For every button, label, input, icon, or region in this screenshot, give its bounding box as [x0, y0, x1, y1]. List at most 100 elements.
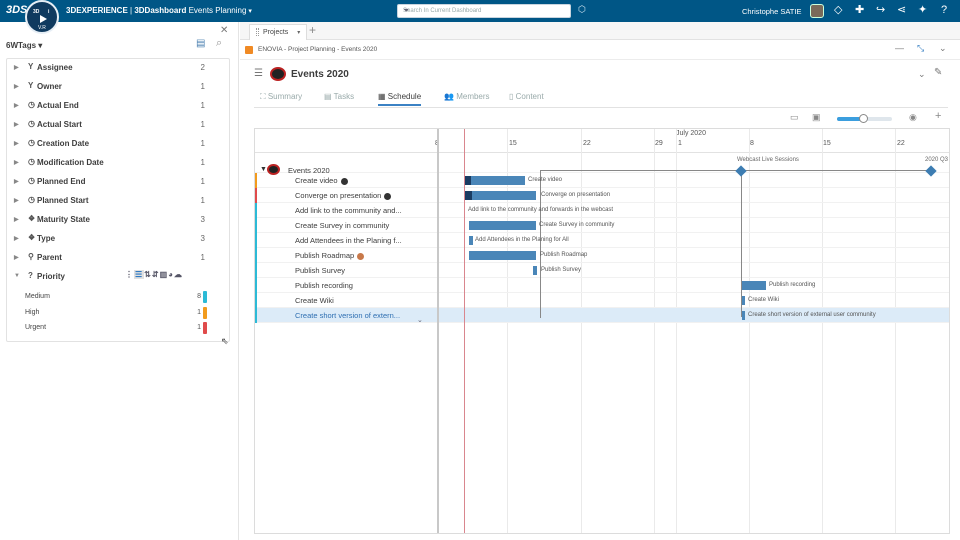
date-tick: 8: [750, 140, 754, 147]
tab-schedule[interactable]: ▦ Schedule: [378, 92, 422, 106]
task-bar[interactable]: [465, 191, 536, 200]
task-bar[interactable]: [742, 311, 745, 320]
dashboard-name[interactable]: Events Planning: [189, 6, 247, 15]
chevron-down-icon[interactable]: ▾: [248, 8, 252, 15]
zoom-slider-handle[interactable]: [859, 114, 868, 123]
compass-icon[interactable]: 3D i V.R: [25, 0, 59, 34]
menu-icon[interactable]: ☰: [254, 68, 263, 79]
schedule-toolbar: ▭ ▣ ◉ +: [254, 110, 948, 126]
play-icon[interactable]: [40, 15, 47, 23]
task-bar[interactable]: [469, 236, 473, 245]
caret-right-icon[interactable]: ▶: [14, 159, 19, 166]
fullscreen-icon[interactable]: ▣: [812, 112, 821, 123]
table-row[interactable]: Publish Roadmap: [255, 248, 949, 263]
caret-right-icon[interactable]: ▶: [14, 83, 19, 90]
facet-planned-end[interactable]: ▶ ◷ Planned End 1: [7, 174, 229, 192]
widget-menu-icon[interactable]: ⌄: [939, 43, 947, 54]
column-splitter[interactable]: [437, 129, 439, 533]
caret-down-icon[interactable]: ▼: [14, 273, 20, 279]
chevron-down-icon[interactable]: ⌄: [918, 69, 926, 80]
user-name[interactable]: Christophe SATIE: [742, 7, 801, 16]
zoom-slider[interactable]: [837, 114, 892, 123]
minimize-icon[interactable]: —: [895, 43, 904, 53]
facet-assignee[interactable]: ▶ Y Assignee 2: [7, 60, 229, 78]
caret-right-icon[interactable]: ▶: [14, 197, 19, 204]
task-bar[interactable]: [465, 176, 525, 185]
table-row[interactable]: Create Wiki: [255, 293, 949, 308]
add-icon[interactable]: +: [935, 110, 941, 122]
caret-right-icon[interactable]: ▶: [14, 64, 19, 71]
project-nav-tabs: ⛶ Summary ▤ Tasks ▦ Schedule 👥 Members ▯…: [254, 88, 948, 108]
facet-modification-date[interactable]: ▶ ◷ Modification Date 1: [7, 155, 229, 173]
tab-summary[interactable]: ⛶ Summary: [260, 92, 302, 102]
task-bar[interactable]: [742, 296, 745, 305]
facet-priority[interactable]: ▼? Priority ⋮☰⇅⇵▥◕☁: [7, 269, 229, 287]
table-row[interactable]: Publish recording: [255, 278, 949, 293]
share-icon[interactable]: ⋖: [897, 3, 906, 17]
export-icon[interactable]: ▭: [790, 112, 799, 123]
facet-maturity-state[interactable]: ▶ ❖ Maturity State 3: [7, 212, 229, 230]
task-bar[interactable]: [469, 221, 536, 230]
search-icon[interactable]: ⌕: [216, 37, 222, 50]
chevron-down-icon[interactable]: ⌄: [417, 316, 423, 324]
caret-right-icon[interactable]: ▶: [14, 102, 19, 109]
facet-owner[interactable]: ▶ Y Owner 1: [7, 79, 229, 97]
tag-icon[interactable]: ⬡: [578, 4, 586, 15]
tags-title[interactable]: 6WTags ▾: [6, 41, 42, 50]
caret-down-icon[interactable]: ▼: [260, 166, 267, 173]
caret-right-icon[interactable]: ▶: [14, 235, 19, 242]
bar-chart-icon[interactable]: ▥: [160, 270, 169, 279]
help-icon[interactable]: ?: [941, 3, 947, 17]
caret-right-icon[interactable]: ▶: [14, 254, 19, 261]
date-tick: 15: [823, 140, 831, 147]
task-bar[interactable]: [533, 266, 537, 275]
task-bar[interactable]: [469, 251, 536, 260]
chevron-down-icon[interactable]: ▾: [297, 30, 300, 36]
caret-right-icon[interactable]: ▶: [14, 140, 19, 147]
tab-content[interactable]: ▯ Content: [509, 92, 544, 101]
list-view-icon[interactable]: ☰: [134, 270, 145, 279]
facet-planned-start[interactable]: ▶ ◷ Planned Start 1: [7, 193, 229, 211]
caret-right-icon[interactable]: ▶: [14, 216, 19, 223]
facet-actual-start[interactable]: ▶ ◷ Actual Start 1: [7, 117, 229, 135]
sort-alpha-icon[interactable]: ⇅: [144, 270, 152, 279]
caret-right-icon[interactable]: ▶: [14, 178, 19, 185]
eye-icon[interactable]: ◉: [909, 112, 917, 123]
drag-handle-icon: [256, 28, 259, 36]
caret-right-icon[interactable]: ▶: [14, 121, 19, 128]
facet-type[interactable]: ▶ ❖ Type 3: [7, 231, 229, 249]
priority-high[interactable]: High 1: [25, 307, 221, 321]
share-tag-icon[interactable]: ◇: [834, 3, 842, 17]
edit-icon[interactable]: ✎: [934, 67, 942, 78]
tab-projects[interactable]: Projects ▾: [249, 24, 308, 40]
members-icon: 👥: [444, 92, 454, 101]
avatar[interactable]: [810, 4, 824, 18]
add-tab-button[interactable]: +: [309, 23, 316, 37]
close-icon[interactable]: ✕: [220, 25, 228, 36]
sort-count-icon[interactable]: ⇵: [152, 270, 160, 279]
facet-parent[interactable]: ▶ ⚲ Parent 1: [7, 250, 229, 268]
task-bar[interactable]: [742, 281, 766, 290]
avatar: [384, 192, 392, 200]
tab-members[interactable]: 👥 Members: [444, 92, 490, 101]
search-input[interactable]: Search In Current Dashboard ⏷: [397, 4, 571, 18]
dependency-line: [745, 170, 927, 171]
tools-icon[interactable]: ✦: [918, 3, 927, 17]
facet-actual-end[interactable]: ▶ ◷ Actual End 1: [7, 98, 229, 116]
priority-urgent[interactable]: Urgent 1: [25, 322, 221, 336]
filter-icon[interactable]: ⏷: [403, 6, 566, 16]
drag-handle-icon[interactable]: ⋮: [125, 270, 134, 279]
facet-creation-date[interactable]: ▶ ◷ Creation Date 1: [7, 136, 229, 154]
table-row[interactable]: Publish Survey: [255, 263, 949, 278]
tag-tools-icon[interactable]: ▤: [196, 38, 205, 49]
tab-tasks[interactable]: ▤ Tasks: [324, 92, 354, 101]
table-row[interactable]: Add Attendees in the Planing f...: [255, 233, 949, 248]
forward-icon[interactable]: ↪: [876, 3, 885, 17]
brand-title[interactable]: 3DEXPERIENCE | 3DDashboard Events Planni…: [66, 6, 252, 15]
priority-medium[interactable]: Medium 8: [25, 291, 221, 305]
table-row[interactable]: Create video: [255, 173, 949, 188]
add-icon[interactable]: ✚: [855, 3, 864, 17]
cloud-icon[interactable]: ☁: [174, 270, 183, 279]
collapse-icon[interactable]: ⤡: [917, 43, 924, 54]
task-bar-label: Create short version of external user co…: [748, 312, 876, 318]
